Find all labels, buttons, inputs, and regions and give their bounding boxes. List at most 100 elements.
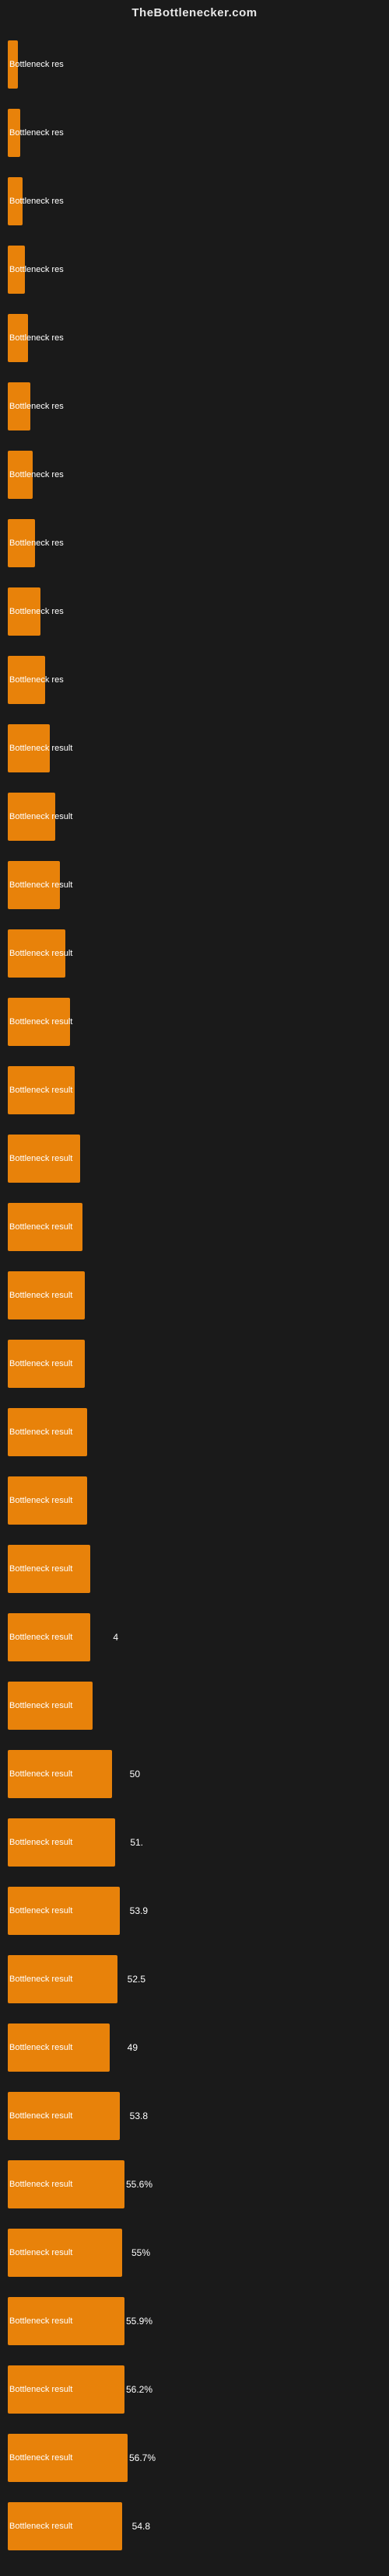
bar-wrap: Bottleneck res	[8, 577, 373, 646]
bar-label: Bottleneck result	[9, 2180, 72, 2189]
bar: Bottleneck result	[8, 1545, 90, 1593]
bar-value: 52.5	[128, 1974, 145, 1985]
bar: Bottleneck result	[8, 1271, 85, 1319]
bar: Bottleneck res	[8, 587, 40, 636]
bar-label: Bottleneck result	[9, 2385, 72, 2394]
list-item: Bottleneck result	[8, 919, 373, 988]
bar: Bottleneck result	[8, 1682, 93, 1730]
bar-value: 53.9	[130, 1905, 148, 1916]
list-item: Bottleneck result	[8, 1330, 373, 1398]
bar: Bottleneck result 50	[8, 1750, 112, 1798]
bar-wrap: Bottleneck res	[8, 235, 373, 304]
list-item: Bottleneck result	[8, 1124, 373, 1193]
bar-label: Bottleneck result	[9, 2453, 72, 2463]
bar: Bottleneck result	[8, 724, 50, 772]
bar-wrap: Bottleneck result	[8, 988, 373, 1056]
bar: Bottleneck res	[8, 451, 33, 499]
bar: Bottleneck res	[8, 246, 25, 294]
bar-label: Bottleneck result	[9, 1017, 72, 1027]
list-item: Bottleneck result	[8, 1671, 373, 1740]
list-item: Bottleneck result	[8, 988, 373, 1056]
bar-value: 54.8	[132, 2521, 150, 2532]
list-item: Bottleneck result	[8, 1261, 373, 1330]
bar-wrap: Bottleneck result	[8, 1056, 373, 1124]
bar-wrap: Bottleneck result 53.8	[8, 2082, 373, 2150]
bar: Bottleneck res	[8, 314, 28, 362]
bar-wrap: Bottleneck res	[8, 30, 373, 99]
bar: Bottleneck result 53.8	[8, 2092, 120, 2140]
list-item: Bottleneck result 56.2%	[8, 2355, 373, 2424]
bar: Bottleneck result	[8, 929, 65, 978]
list-item: Bottleneck res	[8, 509, 373, 577]
bar-value: 55.9%	[126, 2316, 152, 2327]
bar-label: Bottleneck res	[9, 539, 64, 548]
bar: Bottleneck result 56.2%	[8, 2365, 124, 2414]
bar-label: Bottleneck result	[9, 1906, 72, 1915]
bar: Bottleneck result	[8, 861, 60, 909]
bar-wrap: Bottleneck result	[8, 714, 373, 783]
bar-label: Bottleneck result	[9, 1975, 72, 1984]
bar-label: Bottleneck result	[9, 1359, 72, 1368]
bar: Bottleneck result 55%	[8, 2229, 122, 2277]
bar: Bottleneck result 49	[8, 2024, 110, 2072]
bar-wrap: Bottleneck result 56.7%	[8, 2424, 373, 2492]
bar: Bottleneck result	[8, 1135, 80, 1183]
bar-value: 55%	[131, 2247, 150, 2258]
bar-label: Bottleneck result	[9, 744, 72, 753]
bar-wrap: Bottleneck res	[8, 441, 373, 509]
list-item: Bottleneck result 54.8	[8, 2492, 373, 2560]
bar: Bottleneck result 52.5	[8, 1955, 117, 2003]
list-item: Bottleneck result 53.8	[8, 2082, 373, 2150]
bar: Bottleneck result	[8, 1066, 75, 1114]
list-item: Bottleneck result	[8, 783, 373, 851]
bar-label: Bottleneck result	[9, 2522, 72, 2531]
list-item: Bottleneck result 55%	[8, 2219, 373, 2287]
bar-wrap: Bottleneck result	[8, 1671, 373, 1740]
bar-wrap: Bottleneck result 55.9%	[8, 2287, 373, 2355]
bar-label: Bottleneck result	[9, 1701, 72, 1710]
bar-wrap: Bottleneck res	[8, 99, 373, 167]
list-item: Bottleneck result	[8, 1466, 373, 1535]
bar-wrap: Bottleneck result	[8, 919, 373, 988]
bar-label: Bottleneck result	[9, 1291, 72, 1300]
bar: Bottleneck result 55.6%	[8, 2160, 124, 2208]
bar-label: Bottleneck result	[9, 1838, 72, 1847]
bar: Bottleneck result	[8, 1476, 87, 1525]
list-item: Bottleneck result	[8, 1535, 373, 1603]
bar-wrap: Bottleneck result	[8, 1535, 373, 1603]
bar-chart: Bottleneck res Bottleneck res Bottleneck…	[0, 23, 389, 2576]
list-item: Bottleneck result 55.9%	[8, 2287, 373, 2355]
list-item: Bottleneck result	[8, 1193, 373, 1261]
bar-label: Bottleneck result	[9, 812, 72, 821]
list-item: Bottleneck res	[8, 99, 373, 167]
list-item: Bottleneck result 4	[8, 1603, 373, 1671]
bar: Bottleneck result 54.8	[8, 2502, 122, 2550]
list-item: Bottleneck result 51.	[8, 1808, 373, 1877]
bar-label: Bottleneck result	[9, 1154, 72, 1163]
list-item: Bottleneck result 53.9	[8, 1877, 373, 1945]
list-item: Bottleneck result	[8, 851, 373, 919]
bar-wrap: Bottleneck result 55%	[8, 2219, 373, 2287]
bar-label: Bottleneck result	[9, 1769, 72, 1779]
bar: Bottleneck result	[8, 1340, 85, 1388]
bar-wrap: Bottleneck result 51.	[8, 1808, 373, 1877]
bar-value: 51.	[130, 1837, 143, 1848]
bar-wrap: Bottleneck result 56.2%	[8, 2355, 373, 2424]
bar-label: Bottleneck res	[9, 265, 64, 274]
bar-label: Bottleneck res	[9, 675, 64, 685]
bar-label: Bottleneck res	[9, 197, 64, 206]
bar-label: Bottleneck result	[9, 949, 72, 958]
list-item: Bottleneck result	[8, 714, 373, 783]
bar: Bottleneck result 51.	[8, 1818, 115, 1867]
list-item: Bottleneck res	[8, 167, 373, 235]
bar-wrap: Bottleneck result	[8, 851, 373, 919]
bar-value: 55.6%	[126, 2179, 152, 2190]
bar-wrap: Bottleneck result	[8, 1124, 373, 1193]
bar: Bottleneck result 53.9	[8, 1887, 120, 1935]
bar-wrap: Bottleneck result 53.9	[8, 1877, 373, 1945]
list-item: Bottleneck res	[8, 30, 373, 99]
bar-wrap: Bottleneck result 4	[8, 1603, 373, 1671]
bar-wrap: Bottleneck result	[8, 1261, 373, 1330]
bar-value: 49	[128, 2042, 138, 2053]
bar-value: 56.2%	[126, 2384, 152, 2395]
